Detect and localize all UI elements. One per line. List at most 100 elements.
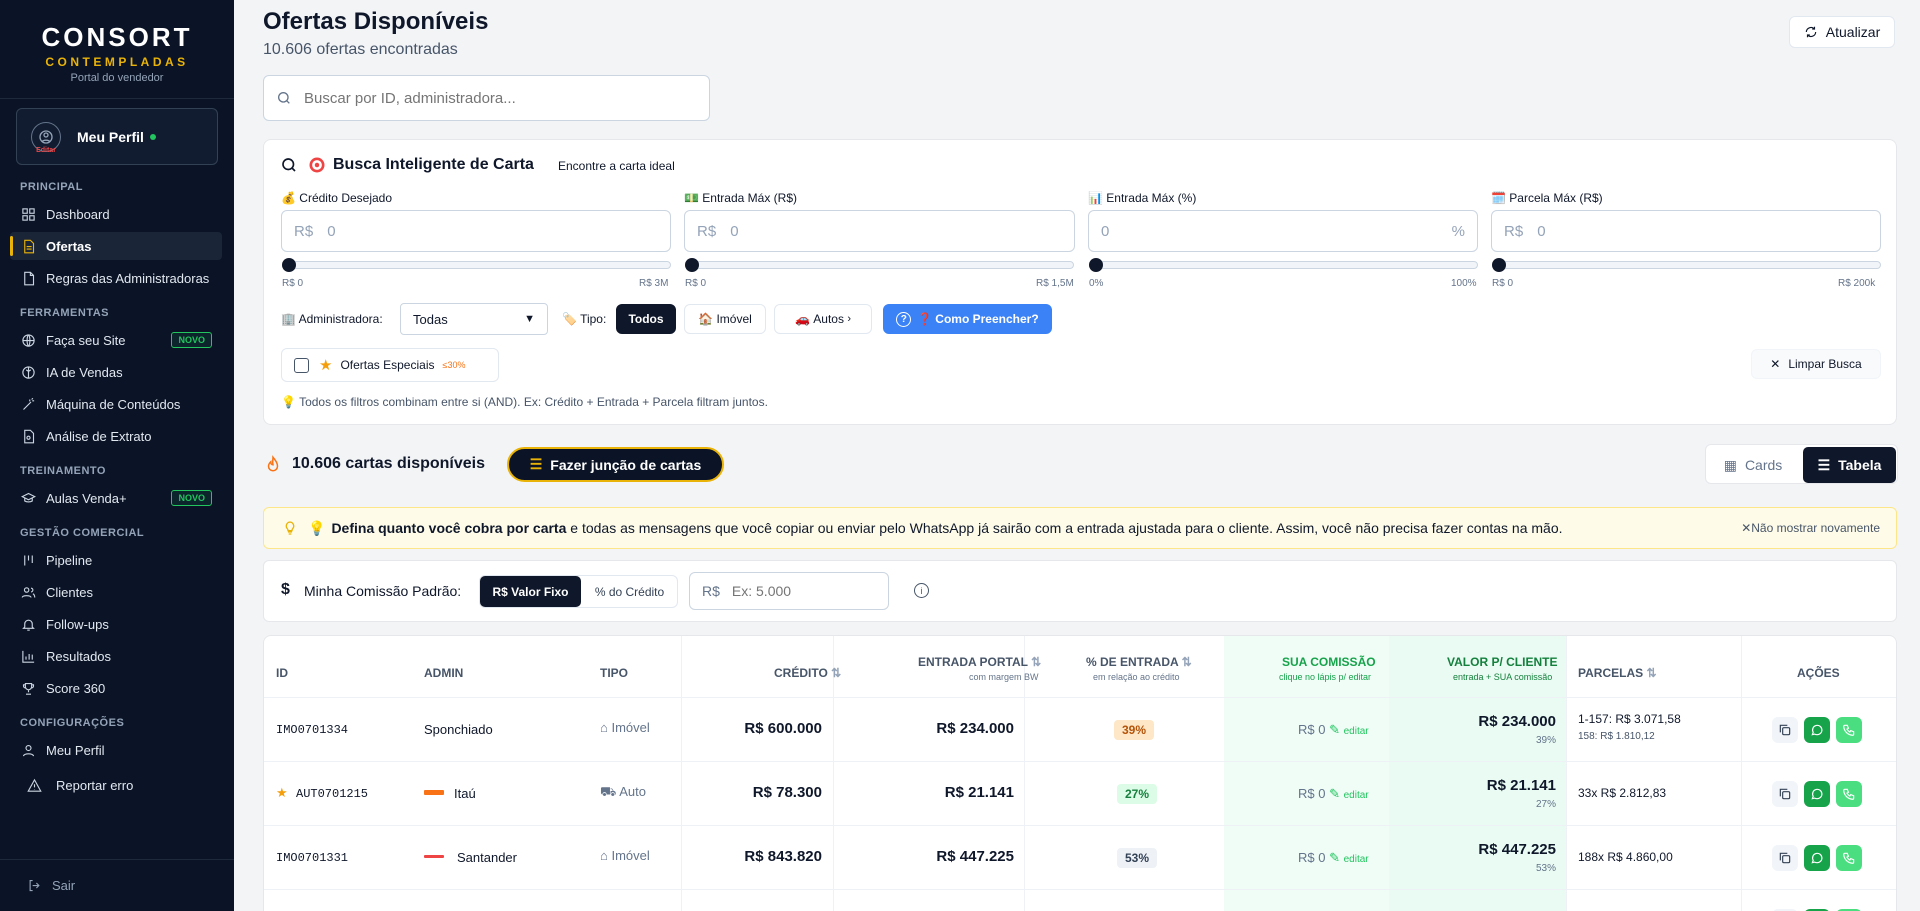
slider-thumb[interactable] (685, 258, 699, 272)
parcela-slider[interactable] (1492, 258, 1881, 272)
offer-id[interactable]: IMO0701334 (276, 723, 348, 737)
header-entrada[interactable]: ENTRADA PORTAL ⇅ (918, 655, 1041, 669)
header-entrada-label: ENTRADA PORTAL (918, 655, 1028, 669)
section-principal: PRINCIPAL (20, 181, 83, 193)
tipo-filter-label: 🏷️ Tipo: (562, 312, 606, 326)
avatar-edit-label[interactable]: Editar (36, 147, 56, 154)
whatsapp-button[interactable] (1804, 717, 1830, 743)
pencil-icon[interactable]: ✎ (1329, 722, 1340, 737)
cash-icon: 💵 (684, 191, 699, 205)
brand-subtitle: CONTEMPLADAS (45, 55, 189, 69)
commission-fixed-button[interactable]: R$ Valor Fixo (480, 576, 581, 607)
table-row[interactable]: IMO0701334 Sponchiado ⌂ Imóvel R$ 600.00… (264, 697, 1896, 761)
new-badge: NOVO (171, 490, 212, 506)
header-pct[interactable]: % DE ENTRADA ⇅ (1086, 655, 1192, 669)
call-button[interactable] (1836, 717, 1862, 743)
slider-thumb[interactable] (1089, 258, 1103, 272)
credito-input[interactable]: R$ 0 (281, 210, 671, 252)
sidebar-item-clientes[interactable]: Clientes (10, 578, 222, 606)
sidebar-item-maquina[interactable]: Máquina de Conteúdos (10, 390, 222, 418)
profile-card[interactable]: Editar Meu Perfil (16, 108, 218, 165)
sidebar-item-site[interactable]: Faça seu Site NOVO (10, 326, 222, 354)
table-row[interactable] (264, 889, 1896, 911)
special-offers-checkbox[interactable] (294, 357, 309, 373)
search-input[interactable] (304, 89, 684, 107)
dismiss-tip-label: Não mostrar novamente (1751, 521, 1880, 535)
slider-min-label: R$ 0 (282, 278, 304, 289)
sidebar-item-aulas[interactable]: Aulas Venda+ NOVO (10, 484, 222, 512)
whatsapp-icon (1811, 852, 1823, 864)
tipo-autos-button[interactable]: 🚗 Autos › (774, 304, 872, 334)
copy-button[interactable] (1772, 845, 1798, 871)
section-gestao: GESTÃO COMERCIAL (20, 527, 145, 539)
entrada-pct-input[interactable]: 0% (1088, 210, 1478, 252)
entrada-pct-slider[interactable] (1089, 258, 1478, 272)
sidebar-item-label: Dashboard (46, 206, 110, 222)
commission-pct-button[interactable]: % do Crédito (581, 576, 678, 607)
sidebar-item-reportar-erro[interactable]: Reportar erro (10, 771, 222, 799)
whatsapp-button[interactable] (1804, 781, 1830, 807)
currency-prefix: R$ (702, 583, 720, 599)
offer-id[interactable]: AUT0701215 (296, 787, 368, 801)
header-parcelas[interactable]: PARCELAS ⇅ (1578, 666, 1657, 680)
client-pct: 39% (1535, 735, 1556, 746)
tipo-imovel-button[interactable]: 🏠 Imóvel (684, 304, 766, 334)
slider-thumb[interactable] (282, 258, 296, 272)
sidebar-item-label: Meu Perfil (46, 742, 105, 758)
admin-name: Santander (457, 850, 517, 865)
whatsapp-button[interactable] (1804, 845, 1830, 871)
tipo-label: Imóvel (611, 848, 650, 863)
pencil-icon[interactable]: ✎ (1329, 786, 1340, 801)
table-row[interactable]: ★ AUT0701215 Itaú ⛟ Auto R$ 78.300 R$ 21… (264, 761, 1896, 825)
sidebar-item-ofertas[interactable]: Ofertas (10, 232, 222, 260)
logout-button[interactable]: Sair (0, 859, 234, 911)
call-button[interactable] (1836, 845, 1862, 871)
search-field[interactable] (263, 75, 710, 121)
commission-cell[interactable]: R$ 0 ✎ editar (1298, 722, 1369, 738)
refresh-button[interactable]: Atualizar (1789, 16, 1895, 48)
special-offers-toggle[interactable]: ★ Ofertas Especiais ≤30% (281, 348, 499, 382)
table-row[interactable]: IMO0701331 Santander ⌂ Imóvel R$ 843.820… (264, 825, 1896, 889)
sidebar-item-extrato[interactable]: Análise de Extrato (10, 422, 222, 450)
client-pct: 27% (1535, 799, 1556, 810)
copy-button[interactable] (1772, 717, 1798, 743)
parcela-input[interactable]: R$ 0 (1491, 210, 1881, 252)
sidebar-item-pipeline[interactable]: Pipeline (10, 546, 222, 574)
admin-select[interactable]: Todas ▼ (400, 303, 548, 335)
commission-value-field[interactable]: R$ (689, 572, 889, 610)
commission-cell[interactable]: R$ 0 ✎ editar (1298, 786, 1369, 802)
credito-slider[interactable] (282, 258, 671, 272)
call-button[interactable] (1836, 781, 1862, 807)
sidebar-item-perfil[interactable]: Meu Perfil (10, 736, 222, 764)
commission-cell[interactable]: R$ 0 ✎ editar (1298, 850, 1369, 866)
join-cards-button[interactable]: ☰ Fazer junção de cartas (507, 447, 724, 482)
view-table-button[interactable]: ☰ Tabela (1803, 447, 1896, 483)
offer-id[interactable]: IMO0701331 (276, 851, 348, 865)
parcela-line-1: 1-157: R$ 3.071,58 (1578, 712, 1681, 726)
info-icon[interactable]: i (914, 583, 929, 598)
header-credito[interactable]: CRÉDITO ⇅ (774, 666, 841, 680)
tipo-todos-button[interactable]: Todos (616, 304, 676, 334)
sidebar-item-resultados[interactable]: Resultados (10, 642, 222, 670)
help-button[interactable]: ? ❓ Como Preencher? (883, 304, 1052, 334)
copy-button[interactable] (1772, 781, 1798, 807)
file-search-icon (20, 428, 36, 444)
view-cards-button[interactable]: ▦ Cards (1710, 447, 1796, 483)
dismiss-tip-button[interactable]: ✕Não mostrar novamente (1741, 521, 1880, 535)
commission-value-input[interactable] (731, 583, 872, 599)
entrada-input[interactable]: R$ 0 (684, 210, 1075, 252)
sidebar-item-followups[interactable]: Follow-ups (10, 610, 222, 638)
clear-search-button[interactable]: ✕ Limpar Busca (1751, 349, 1881, 379)
brand-logo[interactable]: CONSORT CONTEMPLADAS Portal do vendedor (0, 0, 234, 99)
sidebar-item-ia[interactable]: IA de Vendas (10, 358, 222, 386)
sort-icon: ⇅ (1181, 655, 1192, 669)
entrada-slider[interactable] (685, 258, 1074, 272)
avatar[interactable]: Editar (31, 121, 61, 154)
sidebar-item-regras[interactable]: Regras das Administradoras (10, 264, 222, 292)
chart-icon: 📊 (1088, 191, 1103, 205)
sidebar-item-score[interactable]: Score 360 (10, 674, 222, 702)
pencil-icon[interactable]: ✎ (1329, 850, 1340, 865)
edit-label: editar (1343, 790, 1369, 801)
slider-thumb[interactable] (1492, 258, 1506, 272)
sidebar-item-dashboard[interactable]: Dashboard (10, 200, 222, 228)
